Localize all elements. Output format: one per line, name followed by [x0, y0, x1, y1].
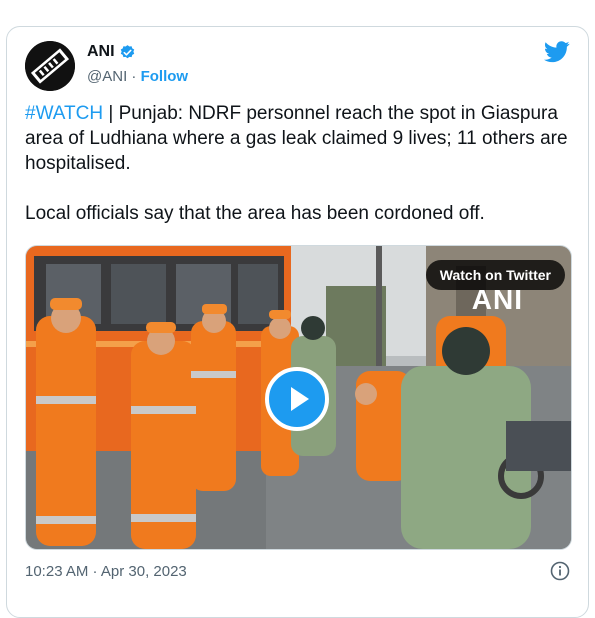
author-row: ANI [87, 43, 136, 61]
play-button[interactable] [265, 367, 329, 431]
author-name[interactable]: ANI [87, 43, 115, 61]
tweet-card: ANI @ANI · Follow #WATCH | Punjab: NDRF … [6, 26, 589, 618]
avatar[interactable] [25, 41, 75, 91]
twitter-bird-icon[interactable] [544, 41, 570, 63]
tweet-timestamp[interactable]: 10:23 AM · Apr 30, 2023 [25, 563, 187, 580]
watch-on-twitter-button[interactable]: Watch on Twitter [425, 260, 565, 290]
info-icon[interactable] [550, 561, 570, 581]
hashtag-watch[interactable]: #WATCH [25, 103, 103, 124]
separator-dot: · [127, 68, 141, 85]
ani-logo [25, 41, 75, 91]
handle-row: @ANI · Follow [87, 68, 188, 85]
author-handle[interactable]: @ANI [87, 68, 127, 85]
verified-badge-icon [120, 44, 134, 58]
follow-button[interactable]: Follow [141, 68, 189, 85]
tweet-text: | Punjab: NDRF personnel reach the spot … [25, 103, 568, 224]
video-player[interactable]: ANI Watch on Twitter [25, 245, 572, 550]
play-icon [291, 387, 309, 411]
tweet-body: #WATCH | Punjab: NDRF personnel reach th… [25, 101, 570, 226]
